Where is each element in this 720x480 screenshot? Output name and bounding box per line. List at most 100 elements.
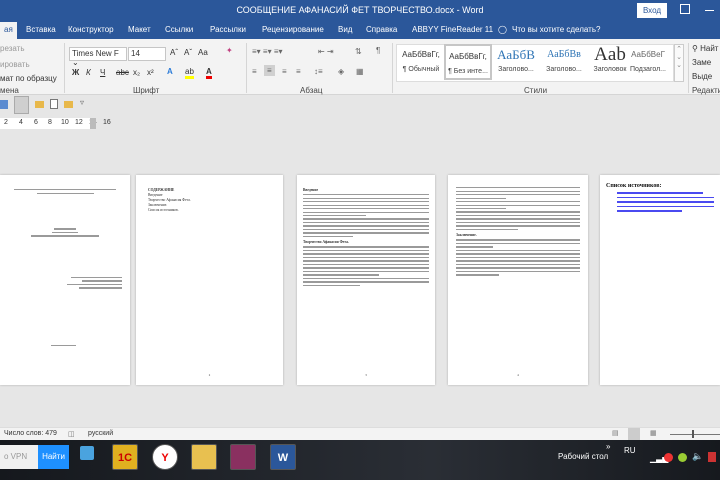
desktop-toolbar[interactable]: Рабочий стол [558,452,608,461]
style-sample: АаБбВв [547,49,581,60]
borders-icon[interactable]: ▦ [356,67,364,76]
contents-item[interactable]: Введение [148,193,271,197]
taskbar-search-button[interactable]: Найти [38,445,69,469]
change-case-button[interactable]: Aa [198,48,208,57]
yandex-tray-icon[interactable] [664,453,673,462]
bold-button[interactable]: Ж [72,68,79,77]
indent-icon[interactable]: ⇤ ⇥ [318,47,334,56]
shrink-font-button[interactable]: Aˇ [184,48,192,57]
print-layout-icon[interactable] [14,96,29,114]
copy-button[interactable]: ировать [0,60,30,69]
bullets-icon[interactable]: ≡▾ ≡▾ ≡▾ [252,47,283,56]
source-link[interactable] [616,205,714,207]
style-sample: АаБбВвГг, [449,52,487,61]
ruler-margin-handle[interactable] [90,118,96,129]
text-effects-icon[interactable]: A [167,67,173,76]
yandex-browser-icon[interactable]: Y [152,444,178,470]
customize-toolbar-icon[interactable]: ▿ [80,98,84,107]
tray-app-icon[interactable] [678,453,687,462]
replace-button[interactable]: Заме [692,58,711,67]
pilcrow-button[interactable]: ¶ [376,46,380,55]
style-sample: АаБбВеГ [631,50,665,59]
1c-app-icon[interactable]: 1C [112,444,138,470]
view-icon[interactable] [0,100,8,109]
source-link[interactable] [616,192,704,194]
tab-references[interactable]: Ссылки [165,25,193,34]
read-mode-icon[interactable]: ▤ [612,429,619,437]
print-layout-view-icon[interactable] [628,428,640,440]
highlight-icon[interactable]: ab [185,67,194,79]
tray-flag-icon[interactable] [708,452,716,462]
justify-icon[interactable]: ≡ [296,67,301,76]
style-name: ¶ Обычный [402,66,440,73]
open-folder-icon[interactable] [64,101,73,108]
font-name-select[interactable]: Times New F ⌄ [69,47,127,67]
font-color-icon[interactable]: A [206,67,212,79]
cut-button[interactable]: резать [0,44,25,53]
zoom-slider[interactable] [670,434,720,435]
contents-item[interactable]: Творчество Афанасия Фета. [148,198,271,202]
expand-chevron-icon[interactable]: » [606,442,610,451]
tab-layout[interactable]: Макет [128,25,151,34]
underline-button[interactable]: Ч [100,68,105,77]
volume-icon[interactable]: 🔈 [692,451,703,462]
network-app-icon[interactable] [80,446,94,460]
ribbon-display-icon[interactable] [680,4,690,14]
language-indicator[interactable]: русский [88,430,113,437]
italic-button[interactable]: К [86,68,91,77]
folder-icon[interactable] [35,101,44,108]
file-explorer-icon[interactable] [191,444,217,470]
tab-help[interactable]: Справка [366,25,397,34]
contents-item[interactable]: Заключение. [148,203,271,207]
winrar-icon[interactable] [230,444,256,470]
tab-mailings[interactable]: Рассылки [210,25,246,34]
login-button[interactable]: Вход [637,3,667,18]
style-heading1[interactable]: АаБбВ Заголово... [492,44,540,80]
zoom-slider-thumb[interactable] [692,430,694,438]
contents-item[interactable]: Список источников. [148,208,271,212]
sort-icon[interactable]: ⇅ [355,47,362,56]
style-normal[interactable]: АаБбВвГг, ¶ Обычный [397,44,445,80]
source-link[interactable] [616,201,714,203]
tab-design[interactable]: Конструктор [68,25,114,34]
source-link[interactable] [616,196,714,198]
word-count[interactable]: Число слов: 479 [4,430,57,437]
align-center-icon[interactable]: ≡ [264,65,275,76]
tell-me-input[interactable]: Что вы хотите сделать? [512,25,600,34]
grow-font-button[interactable]: Aˆ [170,48,178,57]
style-no-spacing[interactable]: АаБбВвГг, ¶ Без инте... [444,44,492,80]
ruler: 2 4 6 8 10 12 14 16 [0,116,720,132]
align-left-icon[interactable]: ≡ [252,67,257,76]
tab-home[interactable]: ая [0,22,17,39]
source-link[interactable] [616,210,682,212]
window-title: СООБЩЕНИЕ АФАНАСИЙ ФЕТ ТВОРЧЕСТВО.docx -… [236,5,484,15]
align-right-icon[interactable]: ≡ [282,67,287,76]
input-language[interactable]: RU [624,446,636,455]
find-button[interactable]: ⚲ Найт [692,44,718,53]
proofing-icon[interactable]: ◫ [68,430,75,438]
document-icon[interactable] [50,99,58,109]
word-app-icon[interactable]: W [270,444,296,470]
subscript-button[interactable]: x₂ [133,68,140,77]
tab-abbyy[interactable]: ABBYY FineReader 11 [412,25,493,34]
line-spacing-icon[interactable]: ↕≡ [314,67,323,76]
web-layout-icon[interactable]: ▦ [650,429,657,437]
shading-icon[interactable]: ◈ [338,67,344,76]
minimize-button[interactable] [705,10,714,11]
select-button[interactable]: Выде [692,72,712,81]
styles-scroll[interactable]: ⌃ ⌄ ⌄ [674,44,684,82]
tab-insert[interactable]: Вставка [26,25,56,34]
page-3: Введение Творчество Афанасия Фета. 3 [297,175,435,385]
font-size-select[interactable]: 14 [128,47,166,61]
paragraph-group-label: Абзац [300,86,323,95]
style-heading2[interactable]: АаБбВв Заголово... [540,44,588,80]
tab-review[interactable]: Рецензирование [262,25,324,34]
section-heading: Введение [303,188,319,192]
clear-formatting-icon[interactable]: ✦ [226,46,233,55]
tab-view[interactable]: Вид [338,25,352,34]
superscript-button[interactable]: x² [147,68,154,77]
strikethrough-button[interactable]: abc [116,68,129,77]
style-subtitle[interactable]: АаБбВеГ Подзагол... [624,44,672,80]
taskbar-search-input[interactable]: о VPN [0,445,38,469]
format-painter-button[interactable]: мат по образцу [0,74,57,83]
